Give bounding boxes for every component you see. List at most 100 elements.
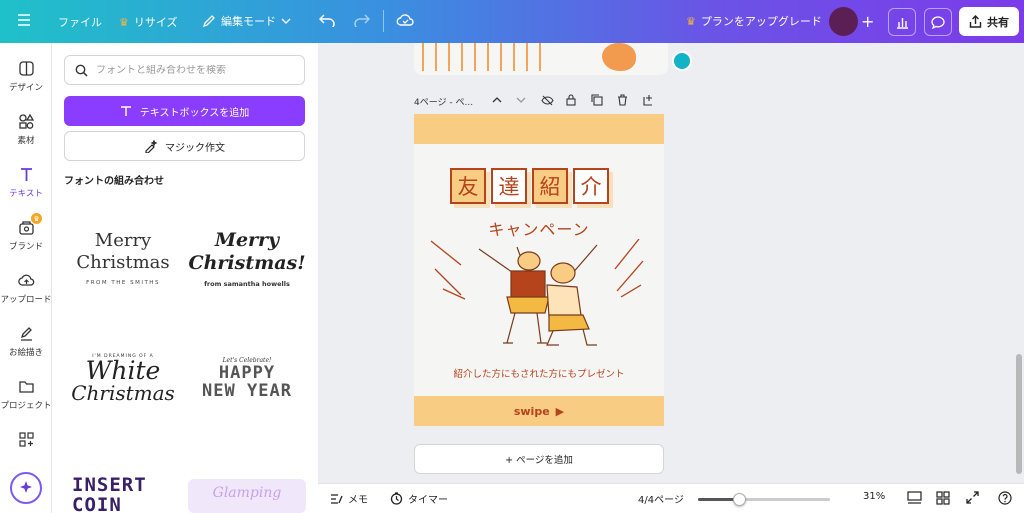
dancing-friends-illustration xyxy=(430,239,644,346)
add-textbox-button[interactable]: テキストボックスを追加 xyxy=(64,96,305,126)
combo-subtitle: FROM THE SMITHS xyxy=(86,280,160,286)
cloud-save-status[interactable] xyxy=(396,13,414,27)
folder-icon xyxy=(18,381,34,393)
search-input[interactable] xyxy=(96,64,296,76)
left-rail: デザイン 素材 テキスト ブランド ♛ アップロード お絵描き プロジェクト xyxy=(0,43,52,513)
rail-item-design[interactable]: デザイン xyxy=(0,60,52,93)
font-combo-merry-christmas-script[interactable]: Merry Christmas! from samantha howells xyxy=(188,199,306,317)
rail-item-brand[interactable]: ブランド ♛ xyxy=(0,213,52,252)
orange-blob-shape xyxy=(602,43,636,71)
swipe-label: swipe xyxy=(513,404,550,418)
pages-view-icon xyxy=(907,491,922,504)
rail-item-projects[interactable]: プロジェクト xyxy=(0,378,52,411)
combo-subtitle: from samantha howells xyxy=(204,279,290,288)
edit-mode-dropdown[interactable]: 編集モード xyxy=(192,7,301,35)
previous-page-thumbnail[interactable] xyxy=(414,43,668,75)
combo-line: INSERT xyxy=(72,474,147,496)
title-char-box: 達 xyxy=(491,168,527,204)
share-button[interactable]: 共有 xyxy=(959,7,1019,36)
insights-button[interactable] xyxy=(888,8,916,36)
fullscreen-button[interactable] xyxy=(966,491,979,504)
file-menu[interactable]: ファイル xyxy=(58,14,102,30)
color-handle[interactable] xyxy=(672,51,692,71)
grid-view-button[interactable] xyxy=(936,491,950,505)
poster-top-band xyxy=(414,114,664,144)
magic-assistant-button[interactable] xyxy=(10,472,42,504)
expand-icon xyxy=(966,491,979,504)
rail-item-text[interactable]: テキスト xyxy=(0,166,52,199)
avatar[interactable] xyxy=(829,7,858,36)
combo-line: Christmas xyxy=(71,380,175,405)
rail-item-upload[interactable]: アップロード xyxy=(0,272,52,305)
upgrade-label: プランをアップグレード xyxy=(700,15,822,28)
add-collaborator-button[interactable]: + xyxy=(861,12,874,31)
timer-button[interactable]: タイマー xyxy=(390,491,448,506)
design-icon xyxy=(18,61,34,76)
page-count[interactable]: 4/4ページ xyxy=(638,491,684,506)
upgrade-button[interactable]: ♛ プランをアップグレード xyxy=(676,7,832,35)
notes-label: メモ xyxy=(348,495,368,506)
menu-icon xyxy=(18,14,30,26)
sparkle-icon xyxy=(20,481,32,493)
delete-page-button[interactable] xyxy=(615,93,629,107)
resize-button[interactable]: ♛ リサイズ xyxy=(119,14,178,30)
timer-label: タイマー xyxy=(408,495,448,506)
zoom-level[interactable]: 31% xyxy=(863,491,885,502)
zoom-slider[interactable] xyxy=(698,493,830,506)
eye-off-icon xyxy=(540,95,554,105)
title-char-box: 友 xyxy=(450,168,486,204)
crown-icon: ♛ xyxy=(686,14,696,28)
stripe-pattern xyxy=(422,43,552,71)
lock-page-button[interactable] xyxy=(564,93,578,107)
add-page-after-button[interactable] xyxy=(642,93,656,107)
search-icon xyxy=(75,64,88,77)
comment-button[interactable] xyxy=(924,8,952,36)
text-icon xyxy=(20,168,32,181)
font-combo-merry-christmas-serif[interactable]: Merry Christmas FROM THE SMITHS xyxy=(64,199,182,317)
combo-line: White xyxy=(85,355,161,385)
redo-button[interactable] xyxy=(354,13,370,27)
duplicate-icon xyxy=(591,94,603,106)
canvas-scrollbar[interactable] xyxy=(1016,354,1022,474)
undo-button[interactable] xyxy=(319,13,335,27)
duplicate-page-button[interactable] xyxy=(590,93,604,107)
trash-icon xyxy=(617,94,627,106)
page-down-button[interactable] xyxy=(514,93,528,107)
rail-item-apps[interactable] xyxy=(0,431,52,448)
toolbar-divider xyxy=(383,10,384,32)
pages-view-button[interactable] xyxy=(907,491,922,505)
play-arrow-icon: ▶ xyxy=(555,404,565,418)
text-panel: テキストボックスを追加 マジック作文 フォントの組み合わせ Merry Chri… xyxy=(52,43,318,513)
help-button[interactable] xyxy=(998,491,1012,505)
zoom-slider-knob[interactable] xyxy=(732,493,746,506)
design-page[interactable]: 友 達 紹 介 キャンペーン 紹介した方にもされた方にもプレゼント swipe … xyxy=(414,114,664,426)
notes-button[interactable]: メモ xyxy=(330,491,368,506)
combo-line: NEW YEAR xyxy=(202,380,292,401)
page-label[interactable]: 4ページ - ペ... xyxy=(414,95,473,108)
crown-badge-icon: ♛ xyxy=(31,213,42,224)
font-combo-happy-new-year[interactable]: Let's Celebrate! HAPPY NEW YEAR xyxy=(188,319,306,437)
rail-item-elements[interactable]: 素材 xyxy=(0,113,52,146)
share-icon xyxy=(969,15,982,28)
page-count-label: 4/4ページ xyxy=(638,495,684,506)
font-combo-glamping[interactable]: Glamping xyxy=(188,479,306,513)
hide-page-button[interactable] xyxy=(540,93,554,107)
add-page-icon xyxy=(643,95,652,106)
page-up-button[interactable] xyxy=(490,93,504,107)
font-combo-insert-coin[interactable]: INSERT COIN xyxy=(72,475,147,513)
add-page-button[interactable]: + ページを追加 xyxy=(414,444,664,474)
apps-icon xyxy=(18,432,34,447)
magic-write-button[interactable]: マジック作文 xyxy=(64,131,305,161)
rail-item-draw[interactable]: お絵描き xyxy=(0,325,52,358)
poster-bottom-band: swipe ▶ xyxy=(414,396,664,426)
magic-pen-icon xyxy=(145,139,158,153)
combo-line: Merry xyxy=(214,228,280,251)
search-box[interactable] xyxy=(64,55,305,85)
menu-button[interactable] xyxy=(17,14,31,26)
chevron-down-icon xyxy=(281,18,291,24)
title-char-box: 紹 xyxy=(532,168,568,204)
combo-line: HAPPY xyxy=(218,362,276,383)
combo-line: Merry xyxy=(94,230,152,251)
font-combo-white-christmas[interactable]: I'M DREAMING OF A White Christmas xyxy=(64,319,182,437)
plus-icon: + xyxy=(861,12,875,31)
